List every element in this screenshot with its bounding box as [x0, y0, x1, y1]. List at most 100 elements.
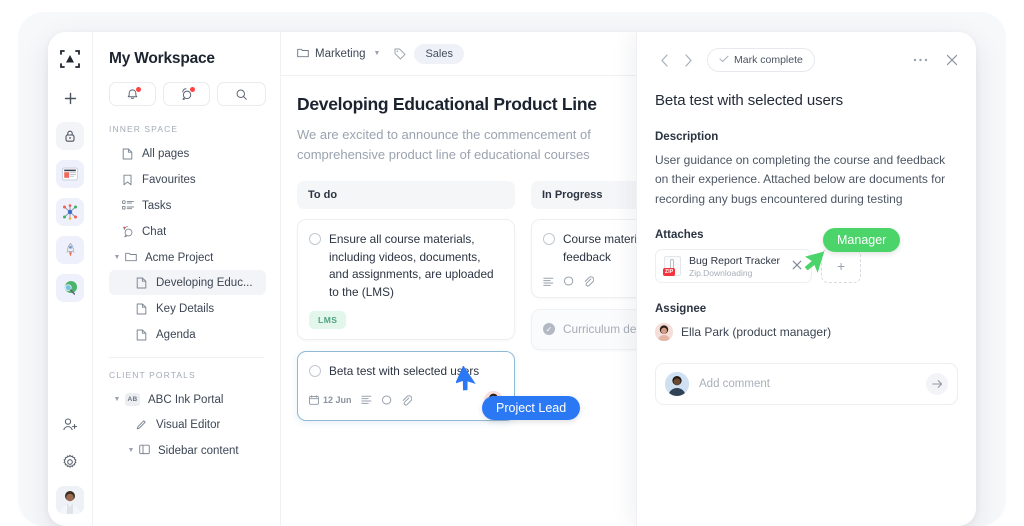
chat-icon	[121, 225, 134, 238]
sidebar-group-abc-ink-portal[interactable]: ▼ AB ABC Ink Portal	[109, 387, 266, 412]
assignee-avatar	[655, 323, 673, 342]
sidebar-item-label: Agenda	[156, 328, 196, 341]
sidebar-item-label: Favourites	[142, 173, 196, 186]
notifications-button[interactable]	[109, 82, 157, 106]
main-content: Marketing ▼ Sales Developing Educational…	[281, 32, 636, 526]
mark-complete-label: Mark complete	[734, 54, 803, 66]
rail-user-avatar[interactable]	[56, 486, 84, 514]
attachment-chip[interactable]: ZIP Bug Report Tracker Zip.Downloading	[655, 249, 813, 284]
page-icon	[135, 302, 148, 315]
folder-icon	[125, 251, 137, 265]
sidebar-item-agenda[interactable]: Agenda	[109, 322, 266, 347]
board-columns: To do Ensure all course materials, inclu…	[297, 181, 636, 431]
inner-space-label: INNER SPACE	[109, 124, 179, 134]
chevron-down-icon[interactable]: ▼	[113, 254, 121, 261]
sidebar-actions	[109, 82, 266, 106]
comment-icon[interactable]	[381, 395, 392, 406]
task-checkbox[interactable]	[543, 233, 555, 246]
chevron-right-icon[interactable]	[679, 51, 697, 69]
page-icon	[135, 276, 148, 289]
rail-settings-button[interactable]	[56, 448, 84, 476]
sidebar-icon	[139, 444, 150, 458]
description-icon[interactable]	[543, 277, 554, 287]
task-checkbox-checked[interactable]: ✓	[543, 323, 555, 336]
calendar-icon	[309, 395, 319, 405]
description-text: User guidance on completing the course a…	[655, 153, 946, 206]
zip-badge: ZIP	[663, 268, 676, 277]
task-checkbox[interactable]	[309, 233, 321, 246]
chevron-down-icon[interactable]: ▼	[127, 447, 135, 454]
breadcrumb[interactable]: Marketing ▼	[297, 47, 380, 61]
tag-sales[interactable]: Sales	[414, 43, 464, 64]
task-checkbox[interactable]	[309, 365, 321, 378]
panel-title: Beta test with selected users	[655, 92, 844, 109]
panel-toolbar: Mark complete	[655, 48, 958, 72]
sidebar-group-sidebar-content[interactable]: ▼ Sidebar content	[109, 438, 266, 463]
comment-input[interactable]	[699, 378, 916, 391]
close-icon[interactable]	[946, 54, 958, 66]
task-assignee-avatar[interactable]	[484, 390, 503, 410]
sidebar-item-label: Visual Editor	[156, 418, 221, 431]
ellipsis-icon[interactable]	[913, 58, 928, 62]
task-tag-lms[interactable]: LMS	[309, 311, 347, 330]
workspace-title: My Workspace	[109, 50, 215, 67]
pencil-icon	[135, 418, 148, 431]
app-window: My Workspace INNER SPACE All pages Favou…	[48, 32, 976, 526]
task-card-beta-test[interactable]: Beta test with selected users 12 Jun	[297, 351, 515, 421]
comment-icon[interactable]	[563, 276, 574, 287]
attachment-icon[interactable]	[401, 394, 412, 406]
task-due-date[interactable]: 12 Jun	[309, 395, 352, 405]
sidebar-item-all-pages[interactable]: All pages	[109, 141, 266, 166]
rail-rocket-button[interactable]	[56, 236, 84, 264]
due-date-label: 12 Jun	[323, 395, 352, 406]
sidebar-item-visual-editor[interactable]: Visual Editor	[109, 412, 266, 437]
task-meta	[543, 276, 636, 287]
chevron-down-icon[interactable]: ▼	[374, 50, 381, 57]
sidebar-item-chat[interactable]: Chat	[109, 219, 266, 244]
folder-icon	[297, 47, 309, 61]
sidebar-group-label: ABC Ink Portal	[148, 393, 224, 406]
chevron-down-icon[interactable]: ▼	[113, 396, 121, 403]
page-icon	[121, 147, 134, 160]
task-meta: 12 Jun	[309, 390, 503, 410]
page-icon	[135, 328, 148, 341]
sidebar-item-label: Key Details	[156, 302, 215, 315]
sidebar-item-developing-educational[interactable]: Developing Educ...	[109, 270, 266, 295]
sidebar-item-favourites[interactable]: Favourites	[109, 167, 266, 192]
search-button[interactable]	[217, 82, 266, 106]
screenshot-root: My Workspace INNER SPACE All pages Favou…	[0, 0, 1024, 526]
remove-attachment-icon[interactable]	[792, 260, 802, 273]
mark-complete-button[interactable]: Mark complete	[707, 48, 815, 72]
sidebar-group-acme-project[interactable]: ▼ Acme Project	[109, 245, 266, 270]
assignee-row[interactable]: Ella Park (product manager)	[655, 323, 958, 342]
client-portals-label: CLIENT PORTALS	[109, 370, 196, 380]
task-card[interactable]: Ensure all course materials, including v…	[297, 219, 515, 341]
messages-button[interactable]	[163, 82, 211, 106]
sidebar-item-tasks[interactable]: Tasks	[109, 193, 266, 218]
send-comment-button[interactable]	[926, 373, 948, 396]
description-icon[interactable]	[360, 395, 372, 405]
column-title: To do	[297, 181, 515, 210]
attachment-name: Bug Report Tracker	[689, 254, 781, 267]
rail-newspaper-button[interactable]	[56, 160, 84, 188]
rail-add-button[interactable]	[56, 84, 84, 112]
app-logo-icon[interactable]	[57, 46, 83, 72]
sidebar-item-key-details[interactable]: Key Details	[109, 296, 266, 321]
list-icon	[121, 199, 134, 212]
rail-lock-button[interactable]	[56, 122, 84, 150]
chevron-left-icon[interactable]	[655, 51, 673, 69]
rail-invite-members-button[interactable]	[56, 410, 84, 438]
rail-network-button[interactable]	[56, 198, 84, 226]
sidebar-group-label: Sidebar content	[158, 444, 239, 457]
task-title: Course materials Review and feedback	[563, 232, 636, 264]
task-card-completed[interactable]: ✓ Curriculum design	[531, 309, 636, 350]
sidebar-item-label: Developing Educ...	[156, 276, 253, 289]
attachment-icon[interactable]	[583, 276, 594, 287]
task-card[interactable]: Course materials Review and feedback	[531, 219, 636, 299]
rail-explore-button[interactable]	[56, 274, 84, 302]
description-label: Description	[655, 131, 719, 143]
attaches-label: Attaches	[655, 229, 704, 242]
sidebar-item-label: All pages	[142, 147, 190, 160]
comment-box[interactable]	[655, 363, 958, 406]
add-attachment-button[interactable]: +	[821, 249, 862, 284]
